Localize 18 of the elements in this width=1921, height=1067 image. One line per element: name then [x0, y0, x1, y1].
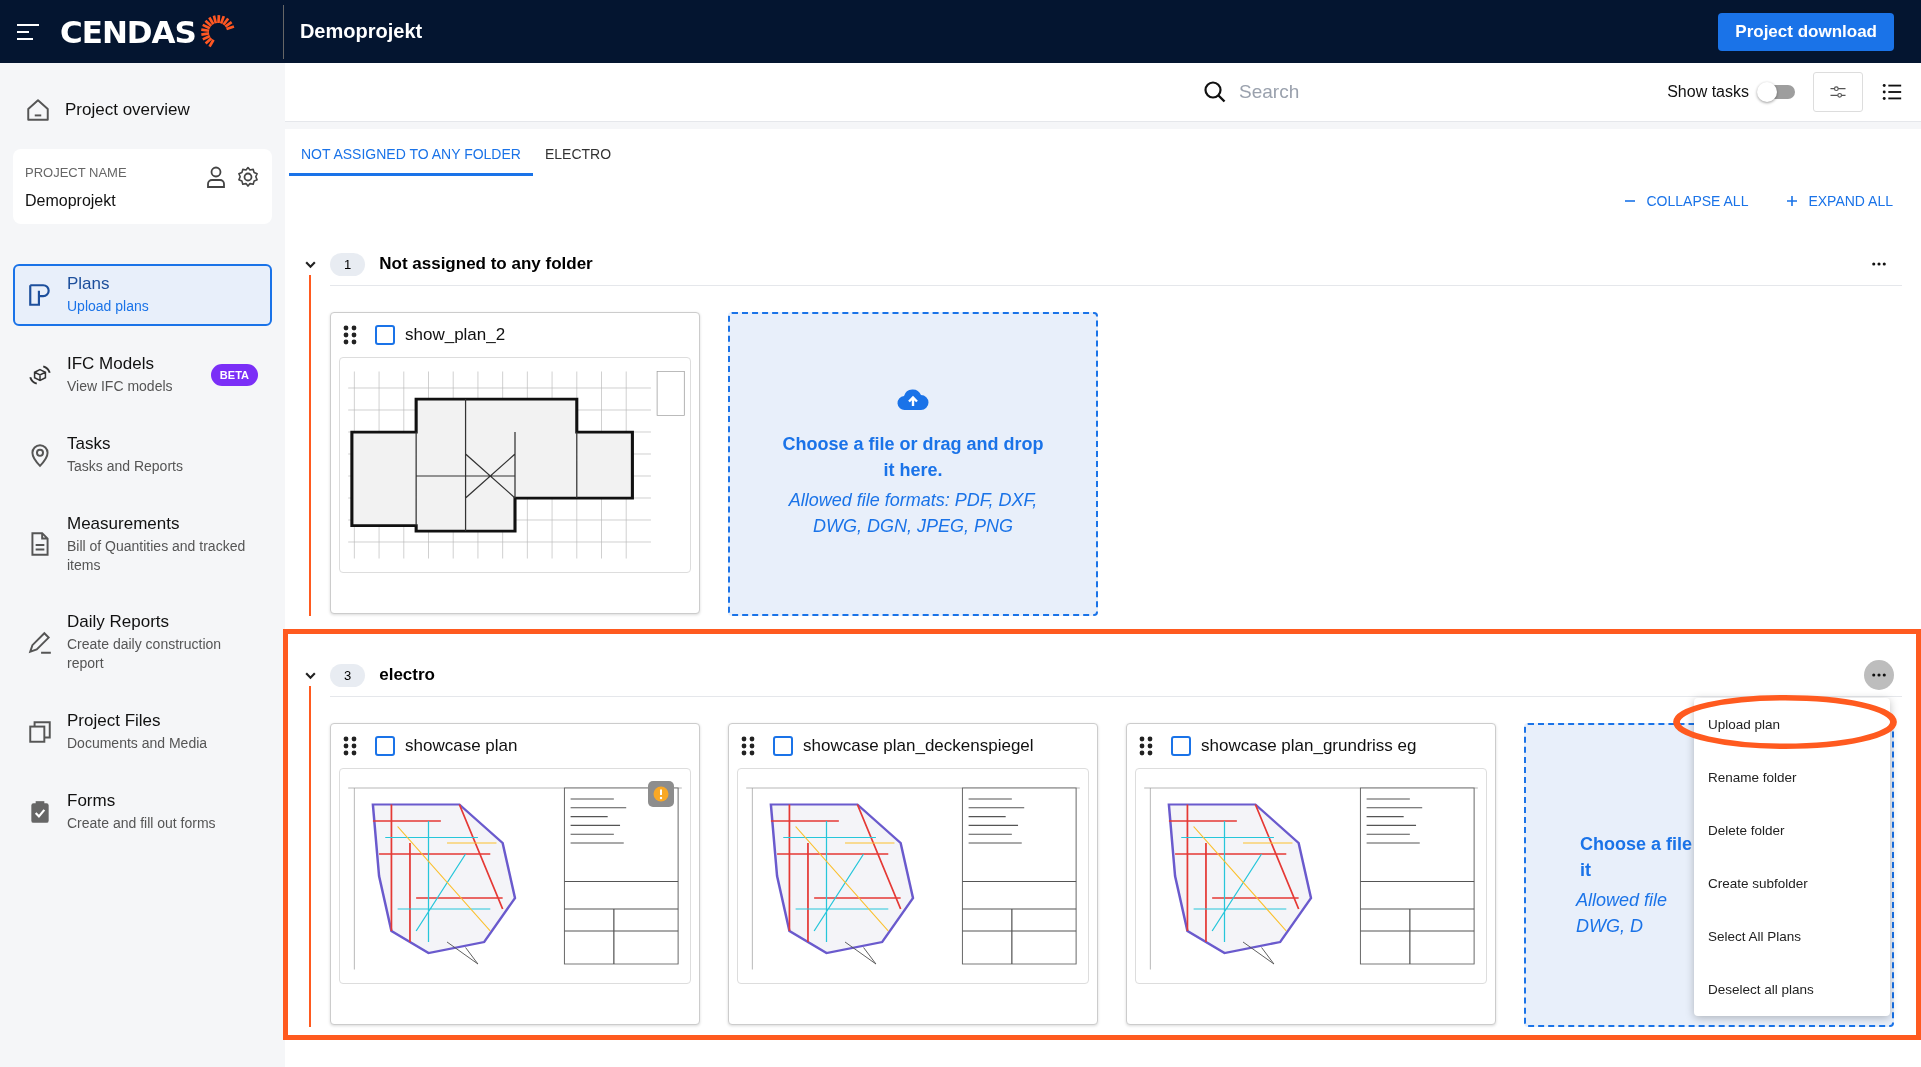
allowed-formats-text: Allowed file DWG, D [1576, 889, 1669, 938]
plan-count: 1 [330, 252, 366, 276]
allowed-formats-text: Allowed file formats: PDF, DXF, DWG, DGN, JPEG, PNG [788, 489, 1038, 538]
plan-name: showcase plan_grundriss eg [1201, 736, 1417, 756]
upload-instruction: Choose a file or drag and drop it here. [782, 433, 1044, 482]
logo-text: CENDAS [60, 13, 196, 50]
show-tasks-label: Show tasks [1667, 83, 1749, 101]
project-title: Demoprojekt [299, 20, 424, 43]
plan-name: showcase plan [405, 736, 518, 756]
upload-instruction: Choose a file it [1579, 833, 1694, 882]
folder-name: Not assigned to any folder [379, 254, 594, 274]
project-name: Demoprojekt [25, 192, 117, 210]
folder-name: electro [379, 665, 436, 685]
plan-name: show_plan_2 [405, 325, 506, 345]
beta-badge: BETA [210, 363, 258, 386]
plan-count: 3 [330, 663, 366, 687]
project-name-label: PROJECT NAME [25, 165, 128, 180]
plan-name: showcase plan_deckenspiegel [803, 736, 1034, 756]
